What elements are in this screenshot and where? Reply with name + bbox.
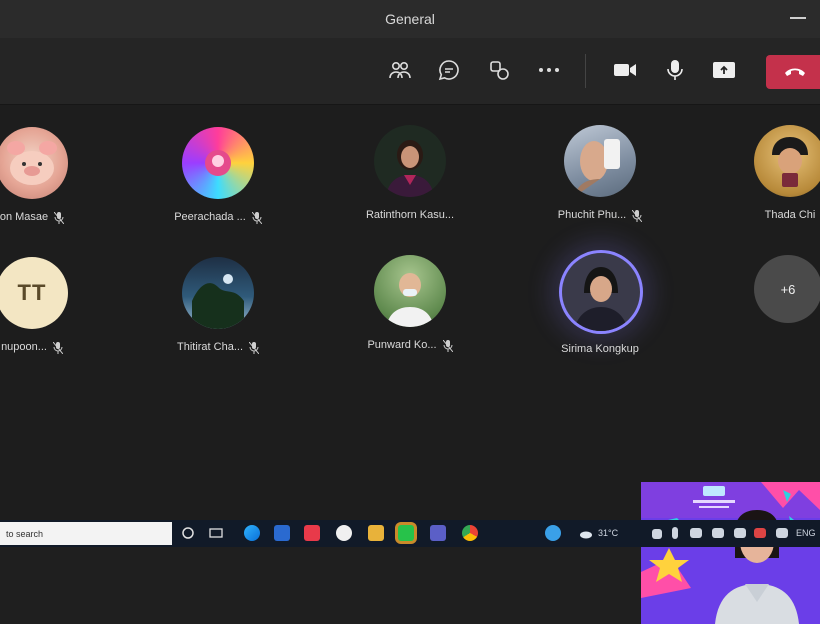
mic-off-icon: [442, 339, 453, 353]
participant-avatar: [754, 125, 820, 197]
participant-name: Phuchit Phu...: [557, 209, 627, 221]
more-participants-tile[interactable]: +6: [730, 255, 820, 365]
participant-name: Thitirat Cha...: [176, 341, 244, 353]
mic-off-icon: [631, 209, 643, 223]
participant-avatar: [182, 257, 254, 329]
participant-tile[interactable]: Thada Chi: [730, 125, 820, 235]
tray-mic-icon[interactable]: [672, 527, 678, 539]
participant-avatar: [562, 253, 640, 331]
participant-name: on Masae: [0, 211, 49, 223]
participant-tile[interactable]: Punward Ko...: [350, 255, 470, 365]
weather-temperature: 31°C: [598, 528, 619, 538]
self-view-video[interactable]: [641, 482, 820, 624]
file-explorer-icon[interactable]: [368, 525, 384, 541]
participant-avatar: [374, 125, 446, 197]
participant-name: Punward Ko...: [367, 339, 437, 351]
teams-app-icon[interactable]: [430, 525, 446, 541]
pdf-reader-icon[interactable]: [304, 525, 320, 541]
participant-name: Ratinthorn Kasu...: [365, 209, 455, 221]
chrome-icon[interactable]: [462, 525, 478, 541]
tray-app-icon[interactable]: [754, 528, 766, 538]
more-options-icon[interactable]: [535, 56, 563, 84]
participant-tile-speaking[interactable]: Sirima Kongkup: [540, 253, 660, 363]
edge-browser-icon[interactable]: [244, 525, 260, 541]
participant-tile[interactable]: Thitirat Cha...: [158, 257, 278, 367]
meeting-toolbar: [0, 38, 820, 105]
participants-stage: on Masae Peerachada ... Ratinthorn Kasu.…: [0, 105, 820, 624]
participant-name: Peerachada ...: [174, 211, 246, 223]
tray-speaker-icon[interactable]: [712, 528, 724, 538]
participant-avatar: [182, 127, 254, 199]
more-participants-count: +6: [754, 255, 820, 323]
tray-battery-icon[interactable]: [734, 528, 746, 538]
mic-off-icon: [52, 341, 64, 355]
chrome-alt-icon[interactable]: [336, 525, 352, 541]
weather-icon[interactable]: [545, 525, 561, 541]
camera-icon[interactable]: [611, 56, 639, 84]
participant-avatar: TT: [0, 257, 68, 329]
participant-avatar: [374, 255, 446, 327]
task-view-icon[interactable]: [208, 525, 224, 541]
people-icon[interactable]: [386, 56, 414, 84]
participant-tile[interactable]: TT nupoon...: [0, 257, 92, 367]
self-view-frame: [641, 482, 820, 624]
mic-off-icon: [251, 211, 263, 225]
participant-name: Thada Chi: [764, 209, 816, 221]
participant-tile[interactable]: Phuchit Phu...: [540, 125, 660, 235]
participant-tile[interactable]: Peerachada ...: [158, 127, 278, 237]
participant-name: Sirima Kongkup: [561, 343, 639, 355]
taskbar-search-box[interactable]: to search: [0, 522, 172, 545]
title-bar: General: [0, 0, 820, 38]
hang-up-icon: [785, 68, 805, 76]
cloud-icon: [578, 525, 594, 541]
mic-off-icon: [248, 341, 260, 355]
participant-avatar: [564, 125, 636, 197]
participant-tile[interactable]: Ratinthorn Kasu...: [350, 125, 470, 235]
toolbar-divider: [585, 54, 586, 88]
microphone-icon[interactable]: [661, 56, 689, 84]
minimize-button[interactable]: [790, 17, 806, 19]
participant-avatar: [0, 127, 68, 199]
language-indicator[interactable]: ENG: [796, 528, 816, 538]
mail-app-icon[interactable]: [274, 525, 290, 541]
leave-call-button[interactable]: [766, 55, 820, 89]
participant-initials: TT: [17, 280, 47, 305]
chat-icon[interactable]: [435, 56, 463, 84]
tray-arrow-icon[interactable]: [652, 529, 662, 539]
participant-name: nupoon...: [1, 341, 47, 353]
participant-tile[interactable]: on Masae: [0, 127, 92, 237]
line-app-icon[interactable]: [398, 525, 414, 541]
share-screen-icon[interactable]: [710, 56, 738, 84]
start-icon[interactable]: [180, 525, 196, 541]
window-title: General: [385, 11, 435, 27]
reactions-icon[interactable]: [485, 56, 513, 84]
tray-wifi-icon[interactable]: [776, 528, 788, 538]
search-placeholder: to search: [6, 528, 44, 539]
mic-off-icon: [53, 211, 65, 225]
windows-taskbar: to search 31°C ENG: [0, 520, 820, 547]
tray-network-icon[interactable]: [690, 528, 702, 538]
